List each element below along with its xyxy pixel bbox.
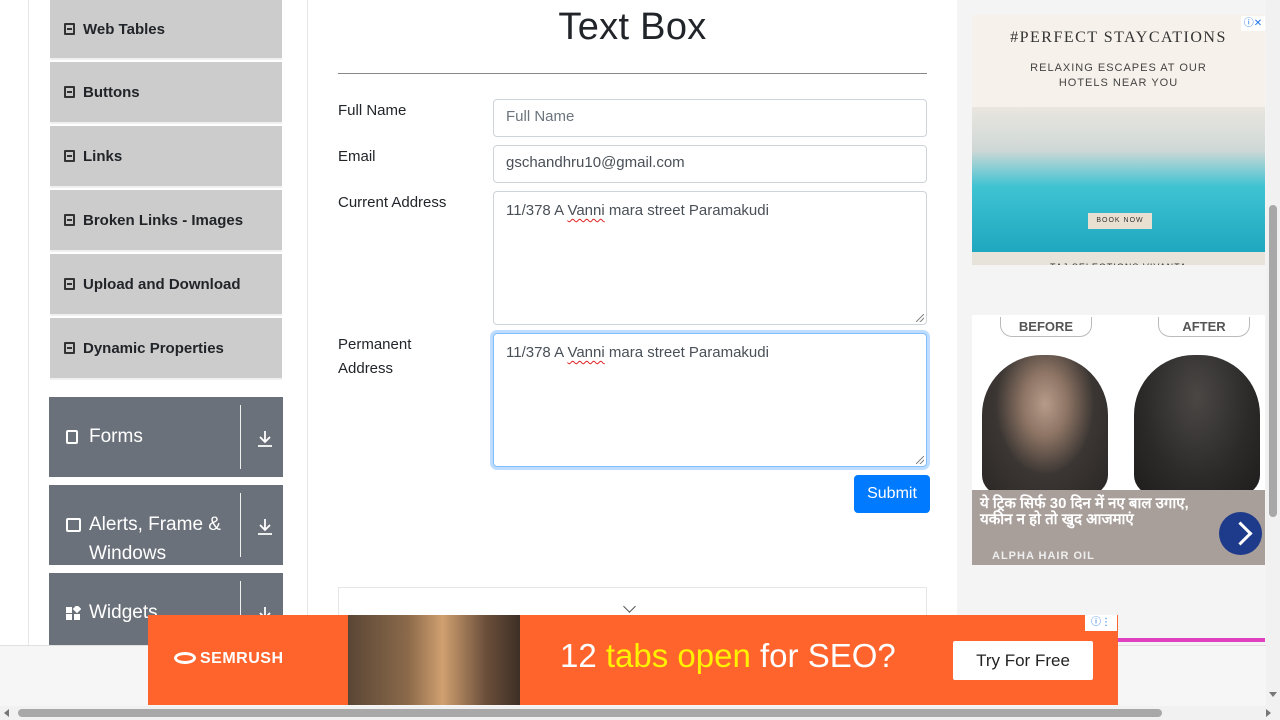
resize-handle[interactable] (916, 314, 924, 322)
hotel-brands: TAJ SELEQTIONS VIVANTA (972, 252, 1265, 265)
semrush-logo-icon (174, 652, 196, 664)
address-text: mara street Paramakudi (604, 202, 769, 219)
sidebar-item-label: Broken Links - Images (83, 211, 244, 229)
next-arrow-icon[interactable] (1219, 512, 1262, 555)
horizontal-scroll-thumb[interactable] (18, 709, 1162, 717)
chevron-down-icon (623, 600, 636, 613)
document-icon (64, 23, 75, 35)
accent-line (1118, 638, 1265, 642)
spellcheck-word: Vanni (567, 344, 605, 361)
spellcheck-word: Vanni (567, 202, 605, 219)
sidebar-item-links[interactable]: Links (50, 126, 282, 188)
headline-highlight: tabs open (605, 637, 751, 674)
pool-photo (972, 107, 1265, 252)
group-separator (240, 493, 241, 557)
title-divider (338, 73, 927, 74)
document-icon (64, 150, 75, 162)
before-photo (982, 355, 1108, 495)
group-label-line1: Alerts, Frame & (89, 514, 221, 535)
semrush-logo-text: SEMRUSH (200, 650, 284, 667)
ad-subtitle-line1: RELAXING ESCAPES AT OUR (1030, 62, 1207, 74)
hotel-ad[interactable]: #PERFECT STAYCATIONS RELAXING ESCAPES AT… (972, 15, 1265, 265)
sidebar-item-web-tables[interactable]: Web Tables (50, 0, 282, 60)
current-address-label: Current Address (338, 194, 447, 211)
left-gutter-line (28, 0, 29, 645)
download-icon[interactable] (257, 518, 273, 536)
ad-hashtag: #PERFECT STAYCATIONS (1010, 29, 1227, 46)
address-text: mara street Paramakudi (604, 344, 769, 361)
document-icon (64, 86, 75, 98)
ad-caption: ये ट्रिक सिर्फ 30 दिन में नए बाल उगाए, य… (972, 490, 1265, 565)
sidebar-item-label: Buttons (83, 83, 140, 101)
page-title: Text Box (558, 6, 707, 48)
permanent-address-label-line1: Permanent (338, 336, 412, 353)
book-now-button[interactable]: BOOK NOW (1088, 213, 1152, 229)
group-label: Forms (89, 426, 143, 447)
ad-brand: ALPHA HAIR OIL (992, 550, 1095, 562)
permanent-address-textarea[interactable]: 11/378 A Vanni mara street Paramakudi (493, 333, 927, 467)
document-icon (64, 278, 75, 290)
semrush-logo: SEMRUSH (174, 650, 284, 668)
submit-button[interactable]: Submit (854, 475, 930, 513)
full-name-label: Full Name (338, 102, 407, 119)
before-label: BEFORE (1000, 317, 1092, 337)
scroll-left-arrow-icon[interactable] (4, 709, 9, 717)
sidebar-group-forms[interactable]: Forms (49, 397, 283, 477)
sidebar-group-alerts[interactable]: Alerts, Frame & Windows (49, 485, 283, 565)
address-text: 11/378 A (506, 202, 568, 219)
sidebar-item-label: Dynamic Properties (83, 339, 224, 357)
document-icon (64, 342, 75, 354)
vertical-scrollbar[interactable] (1266, 0, 1280, 706)
semrush-banner-ad[interactable]: SEMRUSH 12 tabs open for SEO? Try For Fr… (148, 615, 1118, 705)
full-name-input[interactable]: Full Name (493, 99, 927, 137)
sidebar-item-buttons[interactable]: Buttons (50, 62, 282, 124)
resize-handle[interactable] (916, 456, 924, 464)
scroll-down-arrow-icon[interactable] (1269, 692, 1277, 697)
ad-info-icon[interactable]: ⓘ✕ (1241, 16, 1265, 31)
sidebar-item-dynamic-properties[interactable]: Dynamic Properties (50, 318, 282, 380)
group-label-line2: Windows (89, 543, 167, 564)
permanent-address-label-line2: Address (338, 360, 394, 377)
ad-caption-text: ये ट्रिक सिर्फ 30 दिन में नए बाल उगाए, य… (980, 495, 1189, 528)
after-photo (1134, 355, 1260, 495)
ad-subtitle-line2: HOTELS NEAR YOU (1058, 77, 1179, 89)
sidebar-item-label: Upload and Download (83, 275, 241, 293)
document-icon (64, 214, 75, 226)
sidebar-item-upload-download[interactable]: Upload and Download (50, 254, 282, 316)
window-icon (66, 518, 81, 532)
banner-photo (348, 615, 520, 705)
sidebar-item-label: Links (83, 147, 123, 165)
address-text: 11/378 A (506, 344, 568, 361)
after-label: AFTER (1158, 317, 1250, 337)
banner-headline: 12 tabs open for SEO? (560, 637, 896, 675)
vertical-scroll-thumb[interactable] (1269, 205, 1277, 517)
headline-part: for SEO? (750, 637, 896, 674)
download-icon[interactable] (257, 430, 273, 448)
form-icon (66, 430, 78, 444)
scroll-right-arrow-icon[interactable] (1266, 709, 1271, 717)
widgets-icon (66, 606, 81, 620)
hair-oil-ad[interactable]: BEFORE AFTER ये ट्रिक सिर्फ 30 दिन में न… (972, 315, 1265, 565)
permanent-address-label: Permanent Address (338, 333, 411, 381)
group-separator (240, 405, 241, 469)
sidebar-divider (307, 0, 308, 645)
email-input[interactable]: gschandhru10@gmail.com (493, 145, 927, 183)
sidebar-item-broken-links[interactable]: Broken Links - Images (50, 190, 282, 252)
try-for-free-button[interactable]: Try For Free (953, 641, 1093, 680)
headline-part: 12 (560, 637, 606, 674)
current-address-textarea[interactable]: 11/378 A Vanni mara street Paramakudi (493, 191, 927, 325)
sidebar-item-label: Web Tables (83, 20, 165, 38)
horizontal-scrollbar[interactable] (0, 706, 1280, 720)
ad-subtitle: RELAXING ESCAPES AT OUR HOTELS NEAR YOU (972, 61, 1265, 91)
email-label: Email (338, 148, 376, 165)
ad-info-icon[interactable]: ⓘ⋮ (1085, 615, 1117, 631)
